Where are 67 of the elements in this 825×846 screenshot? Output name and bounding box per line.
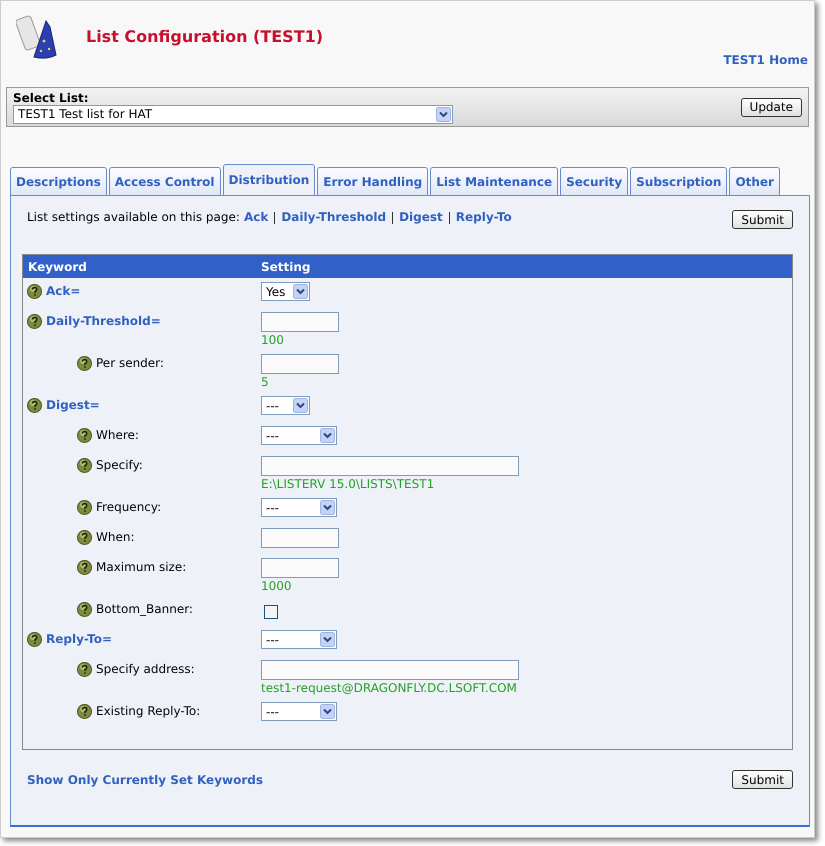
setting-link[interactable]: Ack xyxy=(244,210,268,224)
default-value: 5 xyxy=(261,374,269,390)
keyword-link[interactable]: Digest= xyxy=(46,398,100,412)
help-icon[interactable] xyxy=(77,458,92,473)
default-value: test1-request@DRAGONFLY.DC.LSOFT.COM xyxy=(261,680,517,696)
help-icon[interactable] xyxy=(77,704,92,719)
help-icon[interactable] xyxy=(77,560,92,575)
page-title: List Configuration (TEST1) xyxy=(86,27,324,46)
tab[interactable]: Distribution xyxy=(222,164,316,195)
help-icon[interactable] xyxy=(77,602,92,617)
setting-link[interactable]: Digest xyxy=(399,210,443,224)
help-icon[interactable] xyxy=(77,356,92,371)
input-field[interactable] xyxy=(261,456,519,476)
help-icon[interactable] xyxy=(27,632,42,647)
help-icon[interactable] xyxy=(77,428,92,443)
tab[interactable]: Security xyxy=(560,167,628,195)
submit-button[interactable]: Submit xyxy=(732,770,793,789)
setting-label: Specify: xyxy=(96,458,143,472)
input-field[interactable] xyxy=(261,558,339,578)
default-value: 1000 xyxy=(261,578,292,594)
setting-label: Where: xyxy=(96,428,139,442)
help-icon[interactable] xyxy=(27,398,42,413)
input-field[interactable] xyxy=(261,660,519,680)
input-field[interactable] xyxy=(261,354,339,374)
help-icon[interactable] xyxy=(27,284,42,299)
setting-label: When: xyxy=(96,530,135,544)
help-icon[interactable] xyxy=(77,662,92,677)
input-field[interactable] xyxy=(261,312,339,332)
intro-text: List settings available on this page: xyxy=(27,210,240,224)
setting-label: Maximum size: xyxy=(96,560,186,574)
default-value: E:\LISTERV 15.0\LISTS\TEST1 xyxy=(261,476,434,492)
tab[interactable]: Other xyxy=(729,167,780,195)
submit-button[interactable]: Submit xyxy=(732,210,793,229)
dropdown[interactable]: --- xyxy=(261,630,337,649)
help-icon[interactable] xyxy=(77,530,92,545)
setting-label: Bottom_Banner: xyxy=(96,602,193,616)
select-list-label: Select List: xyxy=(13,90,90,104)
setting-link[interactable]: Reply-To xyxy=(456,210,512,224)
checkbox[interactable] xyxy=(264,605,278,619)
dropdown[interactable]: --- xyxy=(261,702,337,721)
setting-link[interactable]: Daily-Threshold xyxy=(281,210,386,224)
setting-label: Frequency: xyxy=(96,500,162,514)
setting-label: Existing Reply-To: xyxy=(96,704,200,718)
help-icon[interactable] xyxy=(77,500,92,515)
home-link[interactable]: TEST1 Home xyxy=(723,53,808,67)
help-icon[interactable] xyxy=(27,314,42,329)
default-value: 100 xyxy=(261,332,284,348)
tab[interactable]: Access Control xyxy=(108,167,220,195)
tab[interactable]: Subscription xyxy=(630,167,728,195)
setting-label: Per sender: xyxy=(96,356,164,370)
setting-label: Specify address: xyxy=(96,662,195,676)
column-header: Setting xyxy=(261,260,310,274)
show-set-keywords-link[interactable]: Show Only Currently Set Keywords xyxy=(27,772,263,786)
dropdown[interactable]: --- xyxy=(261,498,337,517)
tab[interactable]: List Maintenance xyxy=(430,167,558,195)
update-button[interactable]: Update xyxy=(740,98,802,116)
keyword-link[interactable]: Reply-To= xyxy=(46,632,112,646)
column-header: Keyword xyxy=(27,260,88,274)
dropdown[interactable]: --- xyxy=(261,396,310,415)
keyword-link[interactable]: Ack= xyxy=(46,284,80,298)
dropdown[interactable]: Yes xyxy=(261,282,310,301)
tab[interactable]: Descriptions xyxy=(10,167,107,195)
list-dropdown[interactable]: TEST1 Test list for HAT xyxy=(13,104,453,124)
keyword-link[interactable]: Daily-Threshold= xyxy=(46,314,161,328)
input-field[interactable] xyxy=(261,528,339,548)
tab[interactable]: Error Handling xyxy=(317,167,428,195)
dropdown[interactable]: --- xyxy=(261,426,337,445)
